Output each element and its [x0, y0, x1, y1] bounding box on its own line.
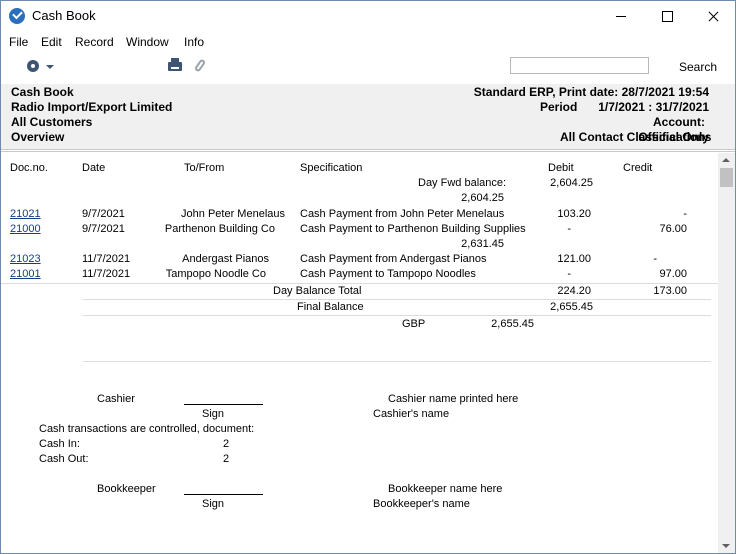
day-fwd-label: Day Fwd balance: [418, 177, 507, 189]
row-tofrom: Andergast Pianos [182, 253, 269, 265]
menu-info[interactable]: Info [184, 35, 204, 49]
total-underline [83, 299, 711, 300]
menu-bar: File Edit Record Window Info [1, 32, 735, 52]
row-spec: Cash Payment to Tampopo Noodles [300, 268, 476, 280]
running-balance: 2,604.25 [461, 192, 504, 204]
sign-label: Sign [202, 408, 225, 420]
final-balance-value: 2,655.45 [550, 301, 593, 313]
row-spec: Cash Payment from Andergast Pianos [300, 253, 487, 265]
row-credit: 76.00 [659, 223, 687, 235]
cashier-label: Cashier [97, 393, 135, 405]
company-name: Radio Import/Export Limited [11, 100, 173, 114]
gear-icon[interactable] [27, 60, 39, 72]
final-underline [83, 315, 711, 316]
bookkeepers-name-caption: Bookkeeper's name [373, 498, 470, 510]
col-tofrom: To/From [184, 162, 225, 174]
col-credit: Credit [623, 162, 653, 174]
close-icon[interactable] [690, 1, 735, 31]
maximize-icon[interactable] [644, 1, 690, 31]
minimize-icon[interactable] [598, 1, 644, 31]
sign-label: Sign [202, 498, 225, 510]
print-info: Standard ERP, Print date: 28/7/2021 19:5… [473, 85, 709, 99]
total-divider [1, 283, 718, 284]
doc-link[interactable]: 21021 [10, 208, 41, 220]
section-divider [83, 361, 711, 362]
final-balance-label: Final Balance [297, 301, 364, 313]
title-bar: Cash Book [1, 1, 735, 31]
row-debit: 121.00 [557, 253, 591, 265]
doc-link[interactable]: 21000 [10, 223, 41, 235]
row-debit: 103.20 [557, 208, 591, 220]
day-total-credit: 173.00 [653, 285, 687, 297]
app-logo-icon [9, 8, 25, 24]
cashier-name: Cashier name printed here [388, 393, 519, 405]
report-header: Cash Book Radio Import/Export Limited Al… [1, 84, 735, 149]
col-date: Date [82, 162, 106, 174]
day-fwd-debit: 2,604.25 [550, 177, 593, 189]
row-date: 9/7/2021 [82, 223, 125, 235]
overview-label: Overview [11, 130, 65, 144]
scroll-up-icon[interactable] [722, 158, 730, 162]
menu-file[interactable]: File [9, 35, 28, 49]
vertical-scrollbar[interactable] [718, 153, 735, 553]
col-docno: Doc.no. [10, 162, 48, 174]
currency-value: 2,655.45 [491, 318, 534, 330]
row-date: 9/7/2021 [82, 208, 125, 220]
bookkeeper-label: Bookkeeper [97, 483, 156, 495]
header-divider [1, 149, 735, 152]
search-button[interactable]: Search [679, 60, 717, 74]
account-label: Account: [653, 115, 705, 129]
menu-window[interactable]: Window [126, 35, 169, 49]
search-input[interactable] [510, 57, 649, 74]
row-spec: Cash Payment from John Peter Menelaus [300, 208, 505, 220]
row-debit: - [567, 223, 571, 235]
row-debit: - [567, 268, 571, 280]
row-credit: 97.00 [659, 268, 687, 280]
menu-edit[interactable]: Edit [41, 35, 62, 49]
cash-out-value: 2 [223, 453, 230, 465]
row-spec: Cash Payment to Parthenon Building Suppl… [300, 223, 526, 235]
day-total-label: Day Balance Total [273, 285, 362, 297]
period-label: Period [540, 100, 578, 114]
bookkeeper-name: Bookkeeper name here [388, 483, 503, 495]
cash-book-window: Cash Book File Edit Record Window Info S… [0, 0, 736, 554]
report-body: Doc.no. Date To/From Specification Debit… [1, 153, 718, 553]
window-title: Cash Book [32, 8, 96, 23]
currency-code: GBP [402, 318, 426, 330]
report-title: Cash Book [11, 85, 74, 99]
doc-link[interactable]: 21023 [10, 253, 41, 265]
col-debit: Debit [548, 162, 574, 174]
toolbar: Search [1, 53, 735, 83]
bookkeeper-sign-line [184, 494, 263, 495]
row-date: 11/7/2021 [82, 268, 131, 280]
controlled-text: Cash transactions are controlled, docume… [39, 423, 255, 435]
row-tofrom: Parthenon Building Co [164, 223, 275, 235]
chevron-down-icon[interactable] [46, 65, 54, 69]
menu-record[interactable]: Record [75, 35, 114, 49]
row-credit: - [653, 253, 657, 265]
cashiers-name-caption: Cashier's name [373, 408, 450, 420]
printer-icon[interactable] [168, 58, 182, 71]
day-total-debit: 224.20 [557, 285, 591, 297]
scroll-thumb[interactable] [720, 168, 733, 187]
customers-filter: All Customers [11, 115, 93, 129]
row-tofrom: Tampopo Noodle Co [165, 268, 266, 280]
cashier-sign-line [184, 404, 263, 405]
cash-in-value: 2 [223, 438, 230, 450]
cash-out-label: Cash Out: [39, 453, 89, 465]
cash-in-label: Cash In: [39, 438, 80, 450]
running-balance: 2,631.45 [461, 238, 504, 250]
row-date: 11/7/2021 [82, 253, 131, 265]
row-credit: - [683, 208, 687, 220]
row-tofrom: John Peter Menelaus [181, 208, 285, 220]
col-spec: Specification [300, 162, 363, 174]
scroll-down-icon[interactable] [722, 544, 730, 548]
period-value: 1/7/2021 : 31/7/2021 [598, 100, 709, 114]
official-only: Official Only [638, 130, 709, 144]
doc-link[interactable]: 21001 [10, 268, 41, 280]
paperclip-icon[interactable] [193, 58, 207, 73]
